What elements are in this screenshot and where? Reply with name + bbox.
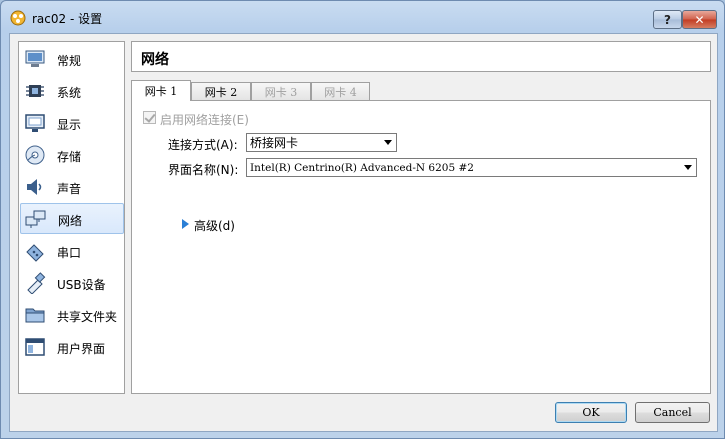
adapter-name-value: Intel(R) Centrino(R) Advanced-N 6205 #2: [250, 161, 474, 174]
settings-category-list: 常规 系统 显示 存储 声音 网络 串口 USB设备 共享文件夹 用户界面: [18, 41, 125, 394]
sidebar-item-shared-folders[interactable]: 共享文件夹: [20, 300, 124, 331]
sidebar-item-label: 系统: [57, 86, 82, 100]
sidebar-item-label: 共享文件夹: [57, 310, 118, 324]
tab-adapter-4: 网卡 4: [311, 82, 370, 100]
sidebar-item-network[interactable]: 网络: [20, 203, 124, 234]
speaker-icon: [27, 179, 42, 195]
settings-window: rac02 - 设置 ? ✕ 常规 系统 显示 存储 声音 网络 串口 USB设…: [0, 0, 725, 439]
advanced-toggle[interactable]: 高级(d): [194, 217, 235, 234]
sidebar-item-system[interactable]: 系统: [20, 76, 124, 107]
adapter-name-label: 界面名称(N):: [168, 163, 239, 177]
adapter-name-select[interactable]: Intel(R) Centrino(R) Advanced-N 6205 #2: [246, 158, 697, 177]
cancel-button[interactable]: Cancel: [635, 402, 710, 423]
sidebar-item-user-interface[interactable]: 用户界面: [20, 332, 124, 363]
chevron-down-icon: [684, 165, 692, 170]
page-title-text: 网络: [141, 52, 169, 68]
disk-icon: [25, 145, 45, 165]
attached-to-select[interactable]: 桥接网卡: [246, 133, 397, 152]
sidebar-item-audio[interactable]: 声音: [20, 172, 124, 203]
sidebar-item-label: 用户界面: [57, 342, 106, 356]
sidebar-item-general[interactable]: 常规: [20, 44, 124, 75]
network-icon: [25, 210, 46, 228]
sidebar-item-label: USB设备: [57, 278, 106, 292]
window-icon: [25, 338, 45, 356]
chevron-down-icon: [384, 140, 392, 145]
sidebar-item-label: 网络: [58, 214, 83, 228]
ok-button[interactable]: OK: [555, 402, 627, 423]
help-button[interactable]: ?: [653, 10, 682, 29]
window-title: rac02 - 设置: [32, 12, 103, 26]
tab-adapter-1[interactable]: 网卡 1: [131, 80, 191, 101]
sidebar-item-label: 串口: [57, 246, 82, 260]
sidebar-item-label: 存储: [57, 150, 82, 164]
sidebar-item-label: 常规: [57, 54, 82, 68]
sidebar-item-label: 显示: [57, 118, 82, 132]
page-title: 网络: [131, 41, 711, 72]
sidebar-item-usb[interactable]: USB设备: [20, 268, 124, 299]
chip-icon: [26, 85, 44, 97]
monitor-icon: [25, 50, 45, 67]
attached-to-value: 桥接网卡: [250, 136, 299, 150]
sidebar-item-serial-ports[interactable]: 串口: [20, 236, 124, 267]
tab-adapter-2[interactable]: 网卡 2: [191, 82, 251, 100]
sidebar-item-storage[interactable]: 存储: [20, 140, 124, 171]
close-icon: ✕: [694, 12, 705, 27]
title-bar[interactable]: rac02 - 设置 ? ✕: [1, 1, 724, 33]
sidebar-item-display[interactable]: 显示: [20, 108, 124, 139]
help-icon: ?: [664, 12, 671, 27]
display-icon: [25, 114, 45, 132]
attached-to-label: 连接方式(A):: [168, 138, 238, 152]
close-button[interactable]: ✕: [682, 10, 717, 29]
sidebar-item-label: 声音: [57, 182, 82, 196]
usb-icon: [27, 272, 46, 294]
tab-adapter-3: 网卡 3: [251, 82, 311, 100]
enable-adapter-label: 启用网络连接(E): [160, 113, 249, 127]
virtualbox-app-icon: [10, 10, 26, 26]
serial-port-icon: [26, 244, 44, 262]
expand-arrow-icon[interactable]: [182, 219, 189, 229]
folder-icon: [25, 308, 45, 323]
dialog-body: 常规 系统 显示 存储 声音 网络 串口 USB设备 共享文件夹 用户界面 网络…: [9, 33, 718, 432]
adapter-settings-panel: 启用网络连接(E) 连接方式(A): 桥接网卡 界面名称(N): Intel(R…: [131, 100, 711, 394]
enable-adapter-checkbox[interactable]: [143, 111, 156, 124]
